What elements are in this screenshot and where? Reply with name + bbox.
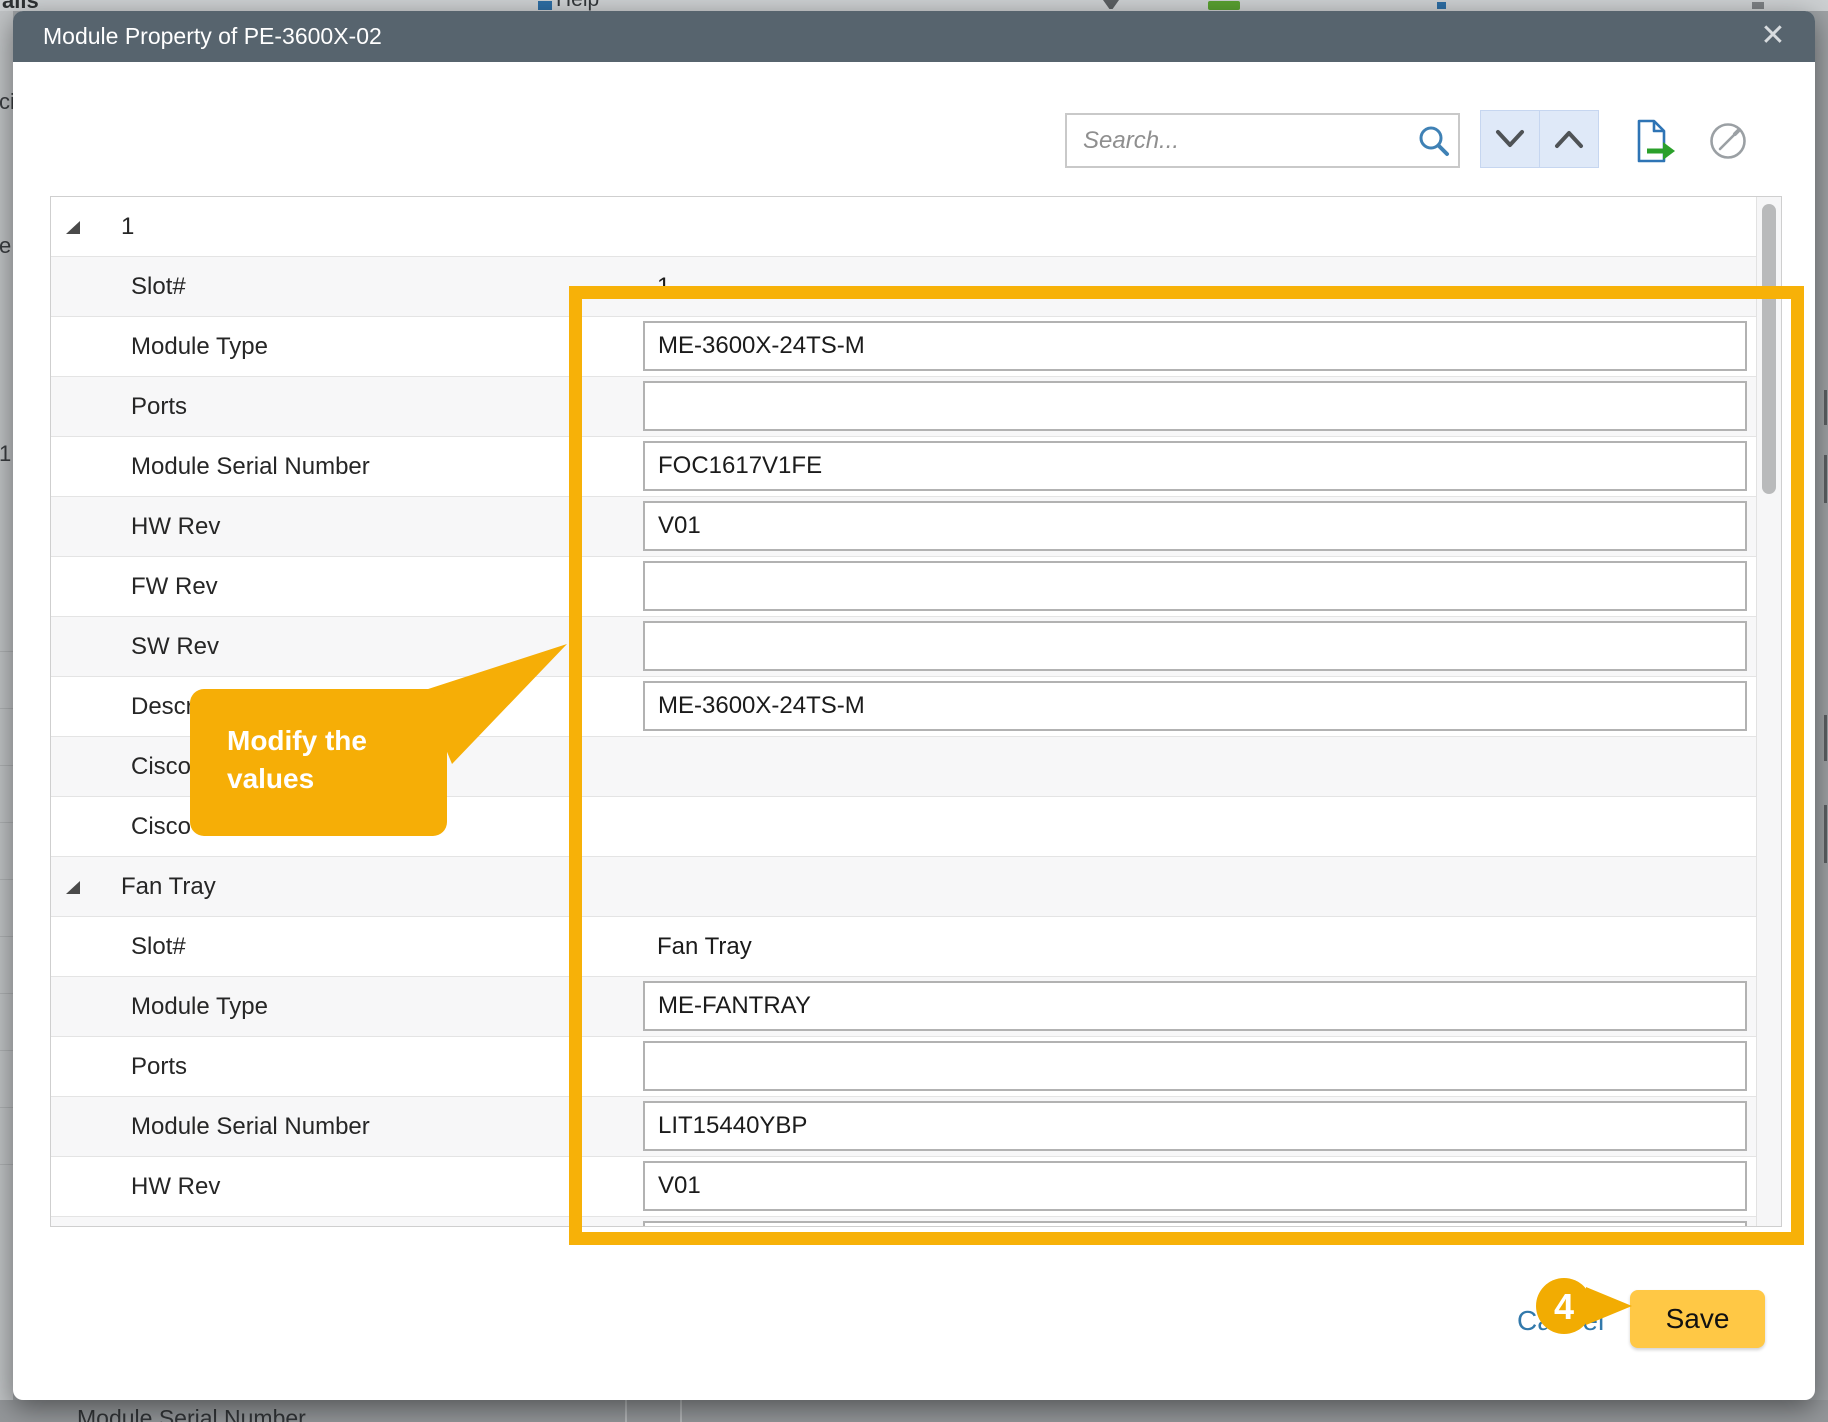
property-label: FW Rev xyxy=(131,573,218,601)
background-right-strip xyxy=(1823,11,1828,1400)
group-row: Fan Tray xyxy=(51,857,1781,917)
edit-pencil-icon xyxy=(1708,121,1748,161)
property-value-input[interactable] xyxy=(643,1221,1747,1226)
background-top-strip: ails Help xyxy=(0,0,1828,11)
background-text-fragment: ails xyxy=(2,0,39,11)
property-label: SW Rev xyxy=(131,633,219,661)
close-icon[interactable]: ✕ xyxy=(1755,19,1791,55)
table-row: Ports xyxy=(51,1037,1781,1097)
property-label: Ports xyxy=(131,393,187,421)
edit-button[interactable] xyxy=(1708,121,1748,166)
background-text-fragment: e xyxy=(0,233,11,259)
scrollbar-thumb[interactable] xyxy=(1762,204,1776,494)
property-label: Module Serial Number xyxy=(131,453,370,481)
group-label: 1 xyxy=(121,213,134,241)
background-text-fragment: 1 xyxy=(0,441,11,467)
property-value-input[interactable] xyxy=(643,321,1747,371)
table-row: Module Serial Number xyxy=(51,1097,1781,1157)
property-label: HW Rev xyxy=(131,1173,220,1201)
property-value-input[interactable] xyxy=(643,981,1747,1031)
property-label: Cisco xyxy=(131,753,191,781)
collapse-triangle-icon[interactable] xyxy=(66,881,80,894)
table-row xyxy=(51,1217,1781,1226)
group-row: 1 xyxy=(51,197,1781,257)
property-label: Module Serial Number xyxy=(131,1113,370,1141)
property-label: Ports xyxy=(131,1053,187,1081)
screen: ails Help ci e 1 Module Serial Number Mo… xyxy=(0,0,1828,1422)
background-bottom-strip: Module Serial Number xyxy=(0,1400,1828,1422)
callout-bubble: Modify the values xyxy=(190,689,447,836)
export-button[interactable] xyxy=(1631,118,1677,171)
status-badge xyxy=(1208,1,1240,10)
table-row: Module Type xyxy=(51,317,1781,377)
property-value-input[interactable] xyxy=(643,1041,1747,1091)
table-row: FW Rev xyxy=(51,557,1781,617)
property-value-text: Fan Tray xyxy=(657,933,752,961)
dialog-title: Module Property of PE-3600X-02 xyxy=(43,11,382,62)
search-input[interactable] xyxy=(1065,113,1460,168)
property-label: Slot# xyxy=(131,933,186,961)
callout-text-line2: values xyxy=(227,760,447,798)
property-value-input[interactable] xyxy=(643,501,1747,551)
table-row: HW Rev xyxy=(51,497,1781,557)
table-row: Slot# Fan Tray xyxy=(51,917,1781,977)
find-previous-button[interactable] xyxy=(1539,110,1599,168)
search-field-wrap xyxy=(1065,113,1460,168)
table-row: HW Rev xyxy=(51,1157,1781,1217)
cancel-button[interactable]: Cancel xyxy=(1517,1305,1604,1337)
table-row: Ports xyxy=(51,377,1781,437)
property-value-input[interactable] xyxy=(643,1101,1747,1151)
table-row: Module Type xyxy=(51,977,1781,1037)
property-label: Cisco xyxy=(131,813,191,841)
toolbar-fragment xyxy=(1752,2,1764,9)
property-value-input[interactable] xyxy=(643,381,1747,431)
table-row: SW Rev xyxy=(51,617,1781,677)
export-icon xyxy=(1631,118,1677,166)
toolbar-fragment xyxy=(1437,2,1446,9)
dialog-header: Module Property of PE-3600X-02 ✕ xyxy=(13,11,1815,62)
find-next-button[interactable] xyxy=(1480,110,1540,168)
chevron-down-icon xyxy=(1492,127,1528,151)
property-label: Slot# xyxy=(131,273,186,301)
property-label: Module Type xyxy=(131,333,268,361)
group-label: Fan Tray xyxy=(121,873,216,901)
search-icon xyxy=(1416,123,1452,159)
help-icon xyxy=(538,1,552,10)
property-value-input[interactable] xyxy=(643,621,1747,671)
property-value-input[interactable] xyxy=(643,441,1747,491)
property-value-input[interactable] xyxy=(643,681,1747,731)
background-text-fragment: ci xyxy=(0,89,13,115)
save-button[interactable]: Save xyxy=(1630,1290,1765,1348)
property-label: HW Rev xyxy=(131,513,220,541)
property-value-input[interactable] xyxy=(643,1161,1747,1211)
property-value-text: 1 xyxy=(657,273,670,301)
chevron-up-icon xyxy=(1551,127,1587,151)
property-value-input[interactable] xyxy=(643,561,1747,611)
background-left-strip: ci e 1 xyxy=(0,11,13,1400)
property-label: Module Type xyxy=(131,993,268,1021)
table-row: Slot# 1 xyxy=(51,257,1781,317)
table-row: Module Serial Number xyxy=(51,437,1781,497)
help-label-fragment: Help xyxy=(556,0,599,11)
collapse-triangle-icon[interactable] xyxy=(66,221,80,234)
background-text-fragment: Module Serial Number xyxy=(77,1405,306,1422)
vertical-scrollbar xyxy=(1756,197,1781,1226)
filter-icon xyxy=(1103,0,1119,9)
callout-text-line1: Modify the xyxy=(227,722,447,760)
